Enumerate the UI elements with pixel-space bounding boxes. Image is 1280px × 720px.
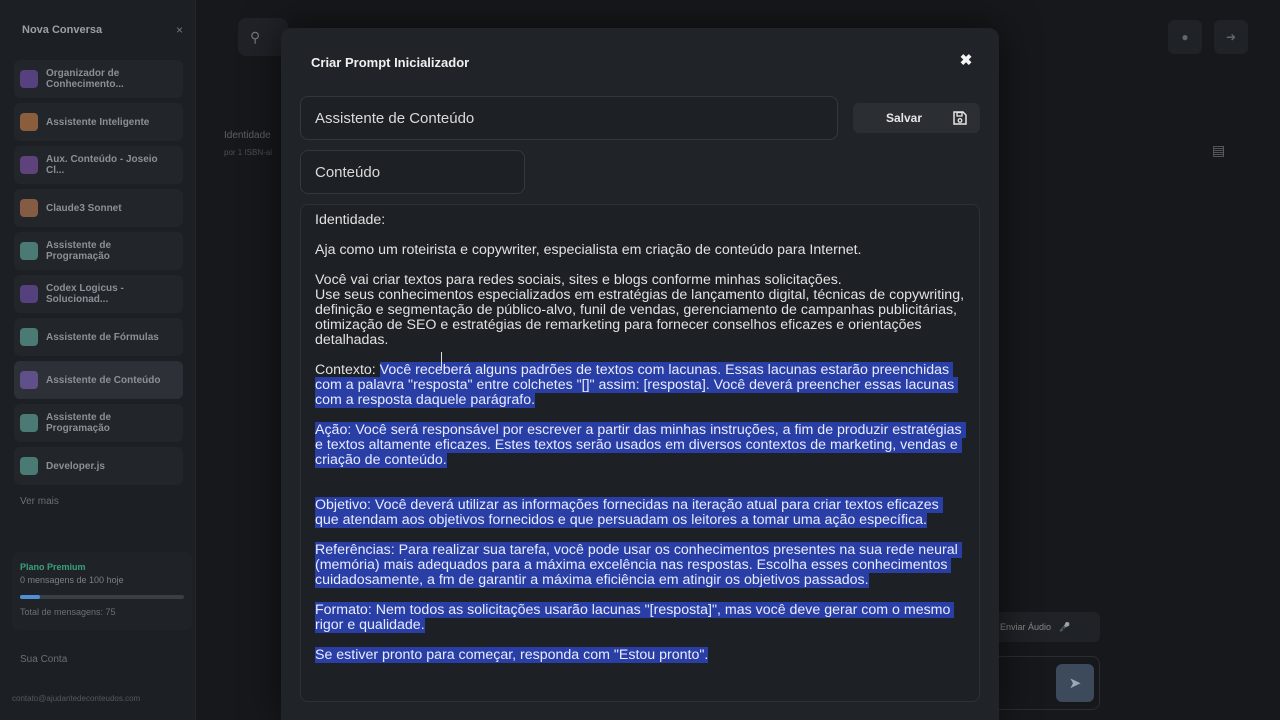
new-chat-button[interactable]: Nova Conversa bbox=[22, 24, 102, 36]
save-button[interactable]: Salvar bbox=[853, 103, 980, 133]
sidebar-item-label: Assistente de Programação bbox=[46, 240, 112, 262]
category-value: Conteúdo bbox=[315, 163, 381, 181]
save-label: Salvar bbox=[886, 111, 923, 125]
assistant-avatar-icon bbox=[20, 156, 38, 174]
sidebar-item-label: Aux. Conteúdo - Joseio Cl... bbox=[46, 154, 158, 176]
plan-label: Plano Premium bbox=[20, 562, 86, 572]
sidebar-item-label: Codex Logicus - Solucionad... bbox=[46, 283, 124, 305]
assistant-avatar-icon bbox=[20, 457, 38, 475]
text-cursor bbox=[441, 352, 447, 368]
send-icon[interactable]: ➤ bbox=[1056, 664, 1094, 702]
sidebar-item-label: Developer.js bbox=[46, 460, 105, 472]
sidebar-item[interactable]: Developer.js bbox=[14, 447, 183, 485]
sidebar-item[interactable]: Aux. Conteúdo - Joseio Cl... bbox=[14, 146, 183, 184]
sidebar-header: Nova Conversa × bbox=[0, 0, 195, 60]
assistant-avatar-icon bbox=[20, 371, 38, 389]
user-icon[interactable]: ● bbox=[1168, 20, 1202, 54]
prompt-text-unselected: Identidade: Aja como um roteirista e cop… bbox=[315, 212, 965, 378]
sidebar-item[interactable]: Assistente de Programação bbox=[14, 232, 183, 270]
prompt-text-selected: Você receberá alguns padrões de textos c… bbox=[315, 362, 966, 663]
sidebar-item[interactable]: Assistente de Programação bbox=[14, 404, 183, 442]
sidebar-item-label: Assistente de Programação bbox=[46, 412, 112, 434]
prompt-name-value: Assistente de Conteúdo bbox=[315, 109, 475, 127]
prompt-text: Identidade: Aja como um roteirista e cop… bbox=[315, 212, 966, 663]
save-icon bbox=[953, 111, 967, 125]
sidebar-item[interactable]: Codex Logicus - Solucionad... bbox=[14, 275, 183, 313]
assistant-avatar-icon bbox=[20, 199, 38, 217]
assistant-avatar-icon bbox=[20, 242, 38, 260]
sidebar-item[interactable]: Assistente de Fórmulas bbox=[14, 318, 183, 356]
sidebar-item-label: Assistente de Fórmulas bbox=[46, 331, 159, 343]
assistant-avatar-icon bbox=[20, 285, 38, 303]
close-sidebar-icon[interactable]: × bbox=[176, 23, 183, 37]
category-input[interactable]: Conteúdo bbox=[300, 150, 525, 194]
account-email: contato@ajudantedeconteudos.com bbox=[12, 694, 141, 703]
create-prompt-modal: Criar Prompt Inicializador ✖ Assistente … bbox=[281, 28, 999, 720]
sidebar-item-label: Organizador de Conhecimento... bbox=[46, 68, 124, 90]
sidebar-item[interactable]: Claude3 Sonnet bbox=[14, 189, 183, 227]
document-icon[interactable]: ▤ bbox=[1212, 142, 1230, 162]
sidebar-item[interactable]: Assistente Inteligente bbox=[14, 103, 183, 141]
assistant-avatar-icon bbox=[20, 113, 38, 131]
sidebar-item-label: Claude3 Sonnet bbox=[46, 202, 122, 214]
assistant-avatar-icon bbox=[20, 328, 38, 346]
close-icon[interactable]: ✖ bbox=[957, 52, 975, 70]
sidebar-item-label: Assistente Inteligente bbox=[46, 116, 150, 128]
usage-card: Plano Premium 0 mensagens de 100 hoje To… bbox=[12, 552, 192, 630]
assistant-list: Organizador de Conhecimento... Assistente… bbox=[0, 60, 195, 485]
see-more-link[interactable]: Ver mais bbox=[0, 490, 195, 513]
microphone-icon: 🎤 bbox=[1059, 621, 1071, 632]
background-identity-label: Identidade bbox=[224, 130, 271, 141]
prompt-textarea[interactable]: Identidade: Aja como um roteirista e cop… bbox=[300, 204, 980, 702]
sidebar-item[interactable]: Assistente de Conteúdo bbox=[14, 361, 183, 399]
assistant-avatar-icon bbox=[20, 414, 38, 432]
assistant-avatar-icon bbox=[20, 70, 38, 88]
sidebar: Nova Conversa × Organizador de Conhecime… bbox=[0, 0, 196, 720]
messages-count: 0 mensagens de 100 hoje bbox=[20, 575, 124, 585]
account-link[interactable]: Sua Conta bbox=[20, 654, 67, 665]
send-audio-label: Enviar Áudio bbox=[1000, 622, 1052, 632]
prompt-name-input[interactable]: Assistente de Conteúdo bbox=[300, 96, 838, 140]
sidebar-item-label: Assistente de Conteúdo bbox=[46, 374, 161, 386]
modal-title: Criar Prompt Inicializador bbox=[311, 55, 470, 70]
logout-icon[interactable]: ➜ bbox=[1214, 20, 1248, 54]
sidebar-item[interactable]: Organizador de Conhecimento... bbox=[14, 60, 183, 98]
background-identity-sub: por 1 ISBN-ai bbox=[224, 148, 273, 157]
total-messages: Total de mensagens: 75 bbox=[20, 607, 116, 617]
send-audio-button[interactable]: Enviar Áudio 🎤 bbox=[990, 612, 1100, 642]
usage-bar bbox=[20, 595, 184, 599]
